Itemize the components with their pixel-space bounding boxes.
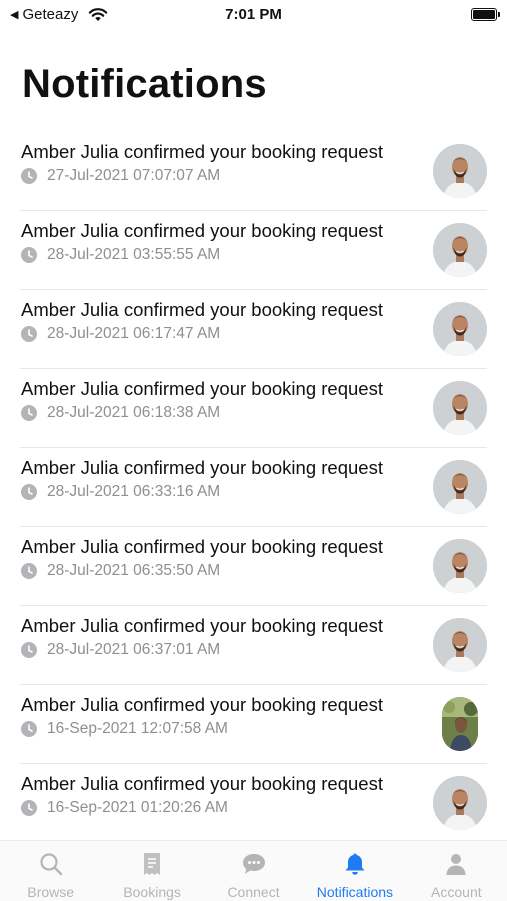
clock-icon [21, 800, 37, 816]
timestamp: 28-Jul-2021 06:37:01 AM [47, 641, 221, 658]
notification-text: Amber Julia confirmed your booking reque… [21, 773, 383, 794]
notification-time: 27-Jul-2021 07:07:07 AM [21, 167, 220, 185]
avatar [433, 539, 487, 593]
notification-item[interactable]: Amber Julia confirmed your booking reque… [20, 211, 487, 290]
tab-notifications[interactable]: Notifications [304, 841, 405, 901]
status-bar: ◀ Geteazy 7:01 PM [0, 0, 507, 30]
clock-icon [21, 405, 37, 421]
tab-browse[interactable]: Browse [0, 841, 101, 901]
clock-icon [21, 326, 37, 342]
tab-label: Notifications [316, 884, 394, 900]
avatar [433, 381, 487, 435]
avatar [433, 302, 487, 356]
notification-item[interactable]: Amber Julia confirmed your booking reque… [20, 685, 487, 764]
tab-label: Account [431, 884, 482, 900]
avatar [433, 618, 487, 672]
clock-icon [21, 247, 37, 263]
clock-icon [21, 642, 37, 658]
notification-time: 28-Jul-2021 06:17:47 AM [21, 325, 220, 343]
notification-time: 16-Sep-2021 01:20:26 AM [21, 799, 228, 817]
notification-text: Amber Julia confirmed your booking reque… [21, 220, 383, 241]
battery-icon [471, 8, 500, 21]
clock-icon [21, 484, 37, 500]
notification-time: 28-Jul-2021 06:18:38 AM [21, 404, 220, 422]
notification-text: Amber Julia confirmed your booking reque… [21, 378, 383, 399]
notification-time: 28-Jul-2021 06:33:16 AM [21, 483, 220, 501]
notification-text: Amber Julia confirmed your booking reque… [21, 299, 383, 320]
notification-item[interactable]: Amber Julia confirmed your booking reque… [20, 448, 487, 527]
timestamp: 28-Jul-2021 06:35:50 AM [47, 562, 221, 579]
timestamp: 27-Jul-2021 07:07:07 AM [47, 167, 221, 184]
status-time: 7:01 PM [225, 6, 282, 23]
tab-label: Bookings [123, 884, 181, 900]
bell-icon [342, 851, 368, 884]
timestamp: 28-Jul-2021 06:18:38 AM [47, 404, 221, 421]
clock-icon [21, 168, 37, 184]
notification-time: 28-Jul-2021 06:37:01 AM [21, 641, 220, 659]
avatar [433, 460, 487, 514]
tab-connect[interactable]: Connect [203, 841, 304, 901]
timestamp: 28-Jul-2021 06:17:47 AM [47, 325, 221, 342]
tab-label: Connect [227, 884, 280, 900]
notification-text: Amber Julia confirmed your booking reque… [21, 536, 383, 557]
tab-account[interactable]: Account [406, 841, 507, 901]
person-icon [443, 851, 469, 884]
notification-text: Amber Julia confirmed your booking reque… [21, 457, 383, 478]
avatar [433, 776, 487, 830]
notification-time: 28-Jul-2021 06:35:50 AM [21, 562, 220, 580]
receipt-icon [139, 851, 165, 884]
timestamp: 16-Sep-2021 01:20:26 AM [47, 799, 228, 816]
timestamp: 16-Sep-2021 12:07:58 AM [47, 720, 228, 737]
avatar [433, 223, 487, 277]
avatar [442, 697, 478, 751]
notification-text: Amber Julia confirmed your booking reque… [21, 615, 383, 636]
notification-item[interactable]: Amber Julia confirmed your booking reque… [20, 606, 487, 685]
timestamp: 28-Jul-2021 03:55:55 AM [47, 246, 221, 263]
notification-item[interactable]: Amber Julia confirmed your booking reque… [20, 290, 487, 369]
notification-item[interactable]: Amber Julia confirmed your booking reque… [20, 764, 487, 843]
search-icon [38, 851, 64, 884]
timestamp: 28-Jul-2021 06:33:16 AM [47, 483, 221, 500]
notification-item[interactable]: Amber Julia confirmed your booking reque… [20, 527, 487, 606]
notification-time: 16-Sep-2021 12:07:58 AM [21, 720, 228, 738]
page-title: Notifications [22, 62, 267, 106]
chat-icon [241, 851, 267, 884]
clock-icon [21, 721, 37, 737]
notification-item[interactable]: Amber Julia confirmed your booking reque… [20, 132, 487, 211]
tab-bookings[interactable]: Bookings [101, 841, 202, 901]
avatar [433, 144, 487, 198]
tab-bar: Browse Bookings Connect Notifications Accoun… [0, 840, 507, 901]
notification-time: 28-Jul-2021 03:55:55 AM [21, 246, 220, 264]
notification-text: Amber Julia confirmed your booking reque… [21, 141, 383, 162]
tab-label: Browse [27, 884, 75, 900]
notification-text: Amber Julia confirmed your booking reque… [21, 694, 383, 715]
notifications-list: Amber Julia confirmed your booking reque… [0, 132, 507, 843]
notification-item[interactable]: Amber Julia confirmed your booking reque… [20, 369, 487, 448]
clock-icon [21, 563, 37, 579]
